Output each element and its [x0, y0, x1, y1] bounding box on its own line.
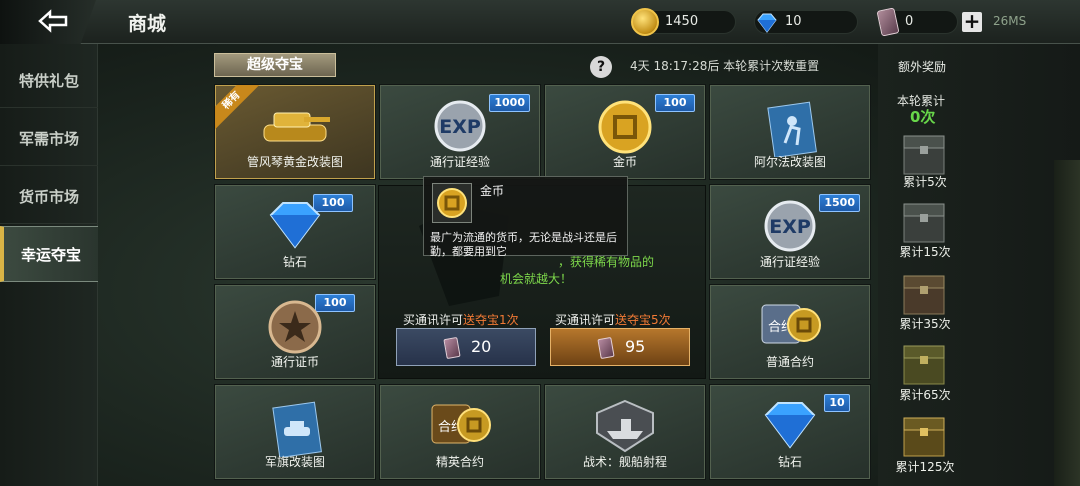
prize-cell[interactable]: 1500 EXP 通行证经验 — [709, 184, 871, 280]
ticket-icon — [597, 336, 615, 360]
prize-label: 通行证经验 — [759, 255, 820, 269]
back-arrow-icon — [38, 9, 68, 33]
prize-label: 金币 — [612, 155, 637, 169]
prize-cell[interactable]: 军旗改装图 — [214, 384, 376, 480]
buy1-label: 买通讯许可送夺宝1次 — [403, 311, 519, 328]
add-ticket-button[interactable]: + — [962, 11, 982, 32]
coin-value: 1450 — [665, 14, 699, 29]
prize-cell[interactable]: 10 钻石 — [709, 384, 871, 480]
back-button[interactable] — [0, 0, 96, 44]
reward-tier-label: 累计65次 — [899, 388, 951, 402]
diamond-icon — [757, 13, 777, 33]
tooltip-icon-frame — [432, 183, 472, 223]
sidebar-item-supply-market[interactable]: 军需市场 — [0, 112, 98, 166]
buy5-label-text: 买通讯许可 — [555, 313, 616, 327]
gold-tank-icon — [263, 112, 330, 142]
gem-counter: 10 — [754, 10, 858, 34]
coin-icon — [631, 8, 659, 36]
prize-label: 普通合约 — [765, 355, 814, 369]
prize-cell[interactable]: 阿尔法改装图 — [709, 84, 871, 180]
reward-chest-icon[interactable] — [898, 270, 950, 318]
prize-label: 管风琴黄金改装图 — [246, 155, 343, 169]
buy1-label-text: 买通讯许可 — [403, 313, 464, 327]
pass-coin-icon — [268, 300, 322, 354]
quantity-badge: 1000 — [489, 94, 530, 112]
prize-cell[interactable]: 100 金币 — [544, 84, 706, 180]
exp-icon: EXP — [434, 100, 486, 152]
svg-text:EXP: EXP — [439, 116, 481, 138]
buy5-button[interactable]: 95 — [550, 328, 690, 366]
help-button[interactable]: ? — [590, 56, 612, 78]
prize-cell[interactable]: 稀有 管风琴黄金改装图 — [214, 84, 376, 180]
quantity-badge: 10 — [824, 394, 850, 412]
buy1-cost: 20 — [471, 337, 492, 356]
reset-timer: 4天 18:17:28后 本轮累计次数重置 — [630, 59, 820, 73]
buy1-label-highlight: 送夺宝1次 — [463, 313, 519, 327]
prize-label: 通行证经验 — [429, 155, 490, 169]
buy5-label: 买通讯许可送夺宝5次 — [555, 311, 671, 328]
prize-cell[interactable]: 1000 EXP 通行证经验 — [379, 84, 541, 180]
reward-chest-icon[interactable] — [898, 340, 950, 388]
tooltip-description: 最广为流通的货币，无论是战斗还是后勤，都要用到它 — [430, 231, 617, 258]
reward-tier-label: 累计5次 — [903, 175, 947, 189]
section-tag: 超级夺宝 — [214, 53, 336, 77]
ticket-value: 0 — [905, 14, 914, 29]
reward-chest-icon[interactable] — [898, 412, 950, 460]
tooltip-title: 金币 — [480, 184, 505, 198]
buy5-cost: 95 — [625, 337, 646, 356]
page-title: 商城 — [128, 13, 167, 35]
prize-label: 军旗改装图 — [264, 455, 325, 469]
prize-cell[interactable]: 战术：舰船射程 — [544, 384, 706, 480]
svg-text:EXP: EXP — [769, 216, 811, 238]
ping-indicator: 26MS — [993, 14, 1027, 28]
ticket-counter: 0 — [876, 7, 958, 37]
reward-chest-icon[interactable] — [898, 130, 950, 178]
blueprint-tank-icon — [272, 401, 322, 457]
prize-label: 通行证币 — [270, 355, 319, 369]
elite-contract-icon: 合约 — [431, 404, 491, 444]
diamond-icon — [269, 202, 321, 249]
sidebar-item-lucky-draw[interactable]: 幸运夺宝 — [0, 226, 98, 282]
rare-ribbon: 稀有 — [215, 85, 263, 132]
prize-label: 精英合约 — [435, 455, 484, 469]
contract-icon: 合约 — [761, 304, 821, 344]
tactic-ship-icon — [596, 399, 654, 453]
quantity-badge: 100 — [655, 94, 695, 112]
prize-label: 钻石 — [777, 455, 802, 469]
diamond-icon — [764, 402, 816, 449]
quantity-badge: 1500 — [819, 194, 860, 212]
exp-icon: EXP — [764, 200, 816, 252]
ticket-icon — [443, 336, 461, 360]
buy1-button[interactable]: 20 — [396, 328, 536, 366]
prize-cell[interactable]: 合约 精英合约 — [379, 384, 541, 480]
prize-cell[interactable]: 100 通行证币 — [214, 284, 376, 380]
reward-tier-label: 累计125次 — [895, 460, 955, 474]
reward-panel-title: 额外奖励 — [898, 60, 947, 74]
prize-cell[interactable]: 100 钻石 — [214, 184, 376, 280]
prize-cell[interactable]: 合约 普通合约 — [709, 284, 871, 380]
gold-coin-icon — [437, 188, 467, 218]
sidebar: 特供礼包 军需市场 货币市场 幸运夺宝 — [0, 44, 98, 486]
blueprint-soldier-icon — [767, 101, 817, 157]
sidebar-item-special-pack[interactable]: 特供礼包 — [0, 54, 98, 108]
coin-counter: 1450 — [631, 8, 736, 36]
prize-label: 战术：舰船射程 — [582, 455, 667, 469]
reward-tier-label: 累计35次 — [899, 317, 951, 331]
background-decoration — [1054, 160, 1080, 486]
reward-tier-label: 累计15次 — [899, 245, 951, 259]
sidebar-item-currency-market[interactable]: 货币市场 — [0, 170, 98, 224]
item-tooltip: 金币 最广为流通的货币，无论是战斗还是后勤，都要用到它 — [423, 176, 628, 258]
gem-value: 10 — [785, 14, 802, 29]
reward-chest-icon[interactable] — [898, 198, 950, 246]
buy5-label-highlight: 送夺宝5次 — [615, 313, 671, 327]
gold-coin-icon — [598, 100, 652, 154]
prize-label: 阿尔法改装图 — [753, 155, 826, 169]
prize-label: 钻石 — [282, 255, 307, 269]
round-count-value: 0次 — [910, 108, 936, 126]
center-info-text-2: 机会就越大！ — [500, 272, 573, 286]
